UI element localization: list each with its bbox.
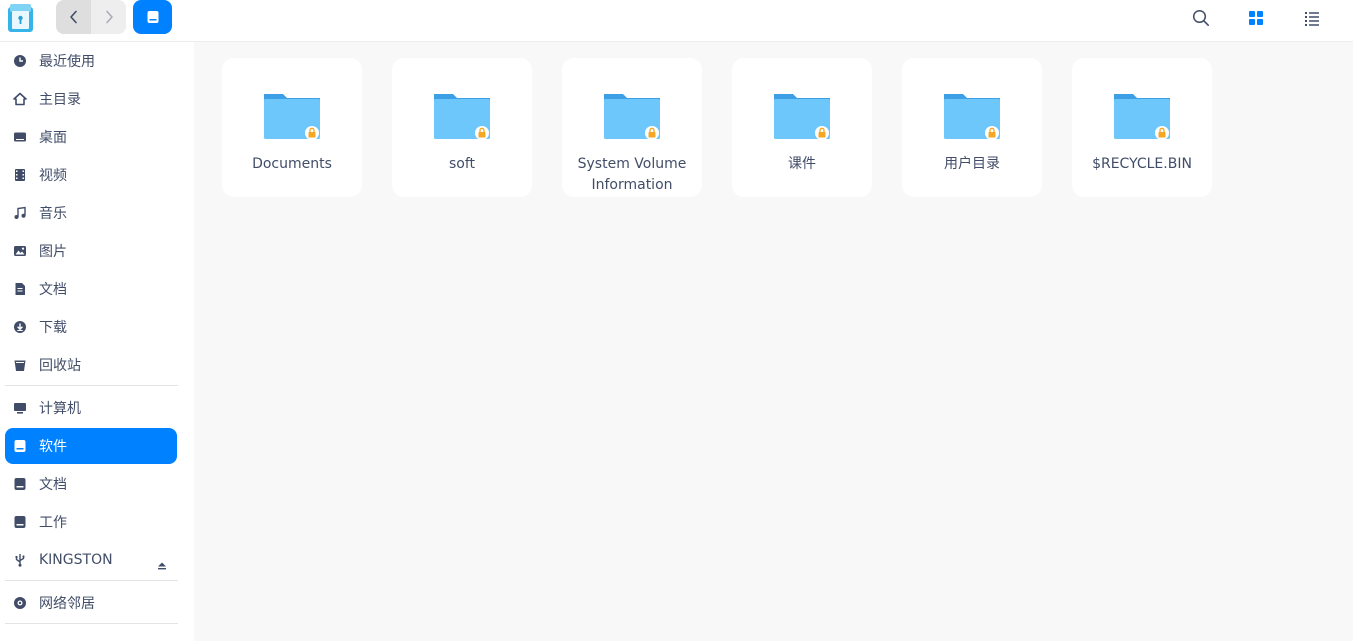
sidebar-item-label: 图片 — [39, 244, 67, 260]
search-button[interactable] — [1189, 6, 1213, 30]
list-view-button[interactable] — [1300, 6, 1324, 30]
clock-icon — [12, 53, 28, 69]
locked-folder-icon — [1114, 94, 1170, 140]
sidebar-item-label: KINGSTON — [39, 552, 113, 568]
sidebar-item-trash[interactable]: 回收站 — [5, 347, 177, 383]
sidebar-item-disk-work[interactable]: 工作 — [5, 504, 177, 540]
folder-item[interactable]: 课件 — [732, 58, 872, 197]
sidebar-item-video[interactable]: 视频 — [5, 157, 177, 193]
computer-icon — [12, 400, 28, 416]
sidebar-item-label: 文档 — [39, 477, 67, 493]
sidebar-item-recent[interactable]: 最近使用 — [5, 43, 177, 79]
sidebar-item-usb-kingston[interactable]: KINGSTON — [5, 542, 177, 578]
navigation-buttons — [56, 0, 126, 34]
desktop-icon — [12, 129, 28, 145]
sidebar-item-label: 下载 — [39, 320, 67, 336]
sidebar-item-label: 最近使用 — [39, 54, 95, 70]
disk-icon — [12, 476, 28, 492]
folder-name: $RECYCLE.BIN — [1092, 156, 1192, 172]
sidebar-item-label: 网络邻居 — [39, 596, 95, 612]
file-manager-logo-icon — [8, 4, 33, 32]
folder-name: 用户目录 — [944, 156, 1000, 172]
video-icon — [12, 167, 28, 183]
sidebar-item-desktop[interactable]: 桌面 — [5, 119, 177, 155]
download-icon — [12, 319, 28, 335]
folder-name: soft — [448, 156, 476, 172]
sidebar-item-label: 文档 — [39, 282, 67, 298]
title-bar — [0, 0, 1353, 42]
disk-icon — [12, 514, 28, 530]
sidebar-item-pictures[interactable]: 图片 — [5, 233, 177, 269]
folder-item[interactable]: $RECYCLE.BIN — [1072, 58, 1212, 197]
sidebar-item-label: 工作 — [39, 515, 67, 531]
locked-folder-icon — [264, 94, 320, 140]
search-icon — [1192, 9, 1209, 26]
sidebar-item-label: 计算机 — [39, 401, 81, 417]
folder-name: Documents — [252, 156, 332, 172]
sidebar-divider — [5, 623, 178, 624]
trash-icon — [12, 357, 28, 373]
grid-view-icon — [1249, 11, 1263, 25]
chevron-right-icon — [105, 10, 113, 24]
sidebar-divider — [5, 385, 178, 386]
document-icon — [12, 281, 28, 297]
sidebar-item-label: 主目录 — [39, 92, 81, 108]
sidebar-item-label: 桌面 — [39, 130, 67, 146]
chevron-left-icon — [69, 10, 77, 24]
locked-folder-icon — [944, 94, 1000, 140]
locked-folder-icon — [604, 94, 660, 140]
sidebar-item-label: 视频 — [39, 168, 67, 184]
locked-folder-icon — [434, 94, 490, 140]
eject-icon[interactable] — [157, 555, 167, 574]
sidebar-item-disk-documents[interactable]: 文档 — [5, 466, 177, 502]
folder-name: 课件 — [788, 156, 816, 172]
sidebar-item-downloads[interactable]: 下载 — [5, 309, 177, 345]
folder-name: System Volume Information — [577, 156, 687, 193]
sidebar-item-documents[interactable]: 文档 — [5, 271, 177, 307]
picture-icon — [12, 243, 28, 259]
network-icon — [12, 595, 28, 611]
music-icon — [12, 205, 28, 221]
sidebar-item-home[interactable]: 主目录 — [5, 81, 177, 117]
sidebar-item-music[interactable]: 音乐 — [5, 195, 177, 231]
locked-folder-icon — [774, 94, 830, 140]
sidebar: 最近使用 主目录 桌面 视频 音乐 图片 文档 下载 回收站 计算机 软件 文档… — [0, 42, 194, 641]
sidebar-divider — [5, 580, 178, 581]
back-button[interactable] — [56, 0, 91, 34]
sidebar-item-computer[interactable]: 计算机 — [5, 390, 177, 426]
icon-view-button[interactable] — [1244, 6, 1268, 30]
sidebar-item-label: 音乐 — [39, 206, 67, 222]
breadcrumb-current-disk[interactable] — [133, 0, 172, 34]
folder-item[interactable]: soft — [392, 58, 532, 197]
forward-button[interactable] — [91, 0, 126, 34]
list-view-icon — [1305, 12, 1319, 26]
folder-item[interactable]: 用户目录 — [902, 58, 1042, 197]
sidebar-item-label: 软件 — [39, 439, 67, 455]
usb-icon — [12, 552, 28, 568]
sidebar-item-network[interactable]: 网络邻居 — [5, 585, 177, 621]
disk-icon — [12, 438, 28, 454]
disk-icon — [147, 11, 158, 23]
folder-item[interactable]: System Volume Information — [562, 58, 702, 197]
home-icon — [12, 91, 28, 107]
folder-item[interactable]: Documents — [222, 58, 362, 197]
sidebar-item-label: 回收站 — [39, 358, 81, 374]
file-grid: Documents soft System Volume Information — [194, 42, 1353, 641]
sidebar-item-disk-software[interactable]: 软件 — [5, 428, 177, 464]
